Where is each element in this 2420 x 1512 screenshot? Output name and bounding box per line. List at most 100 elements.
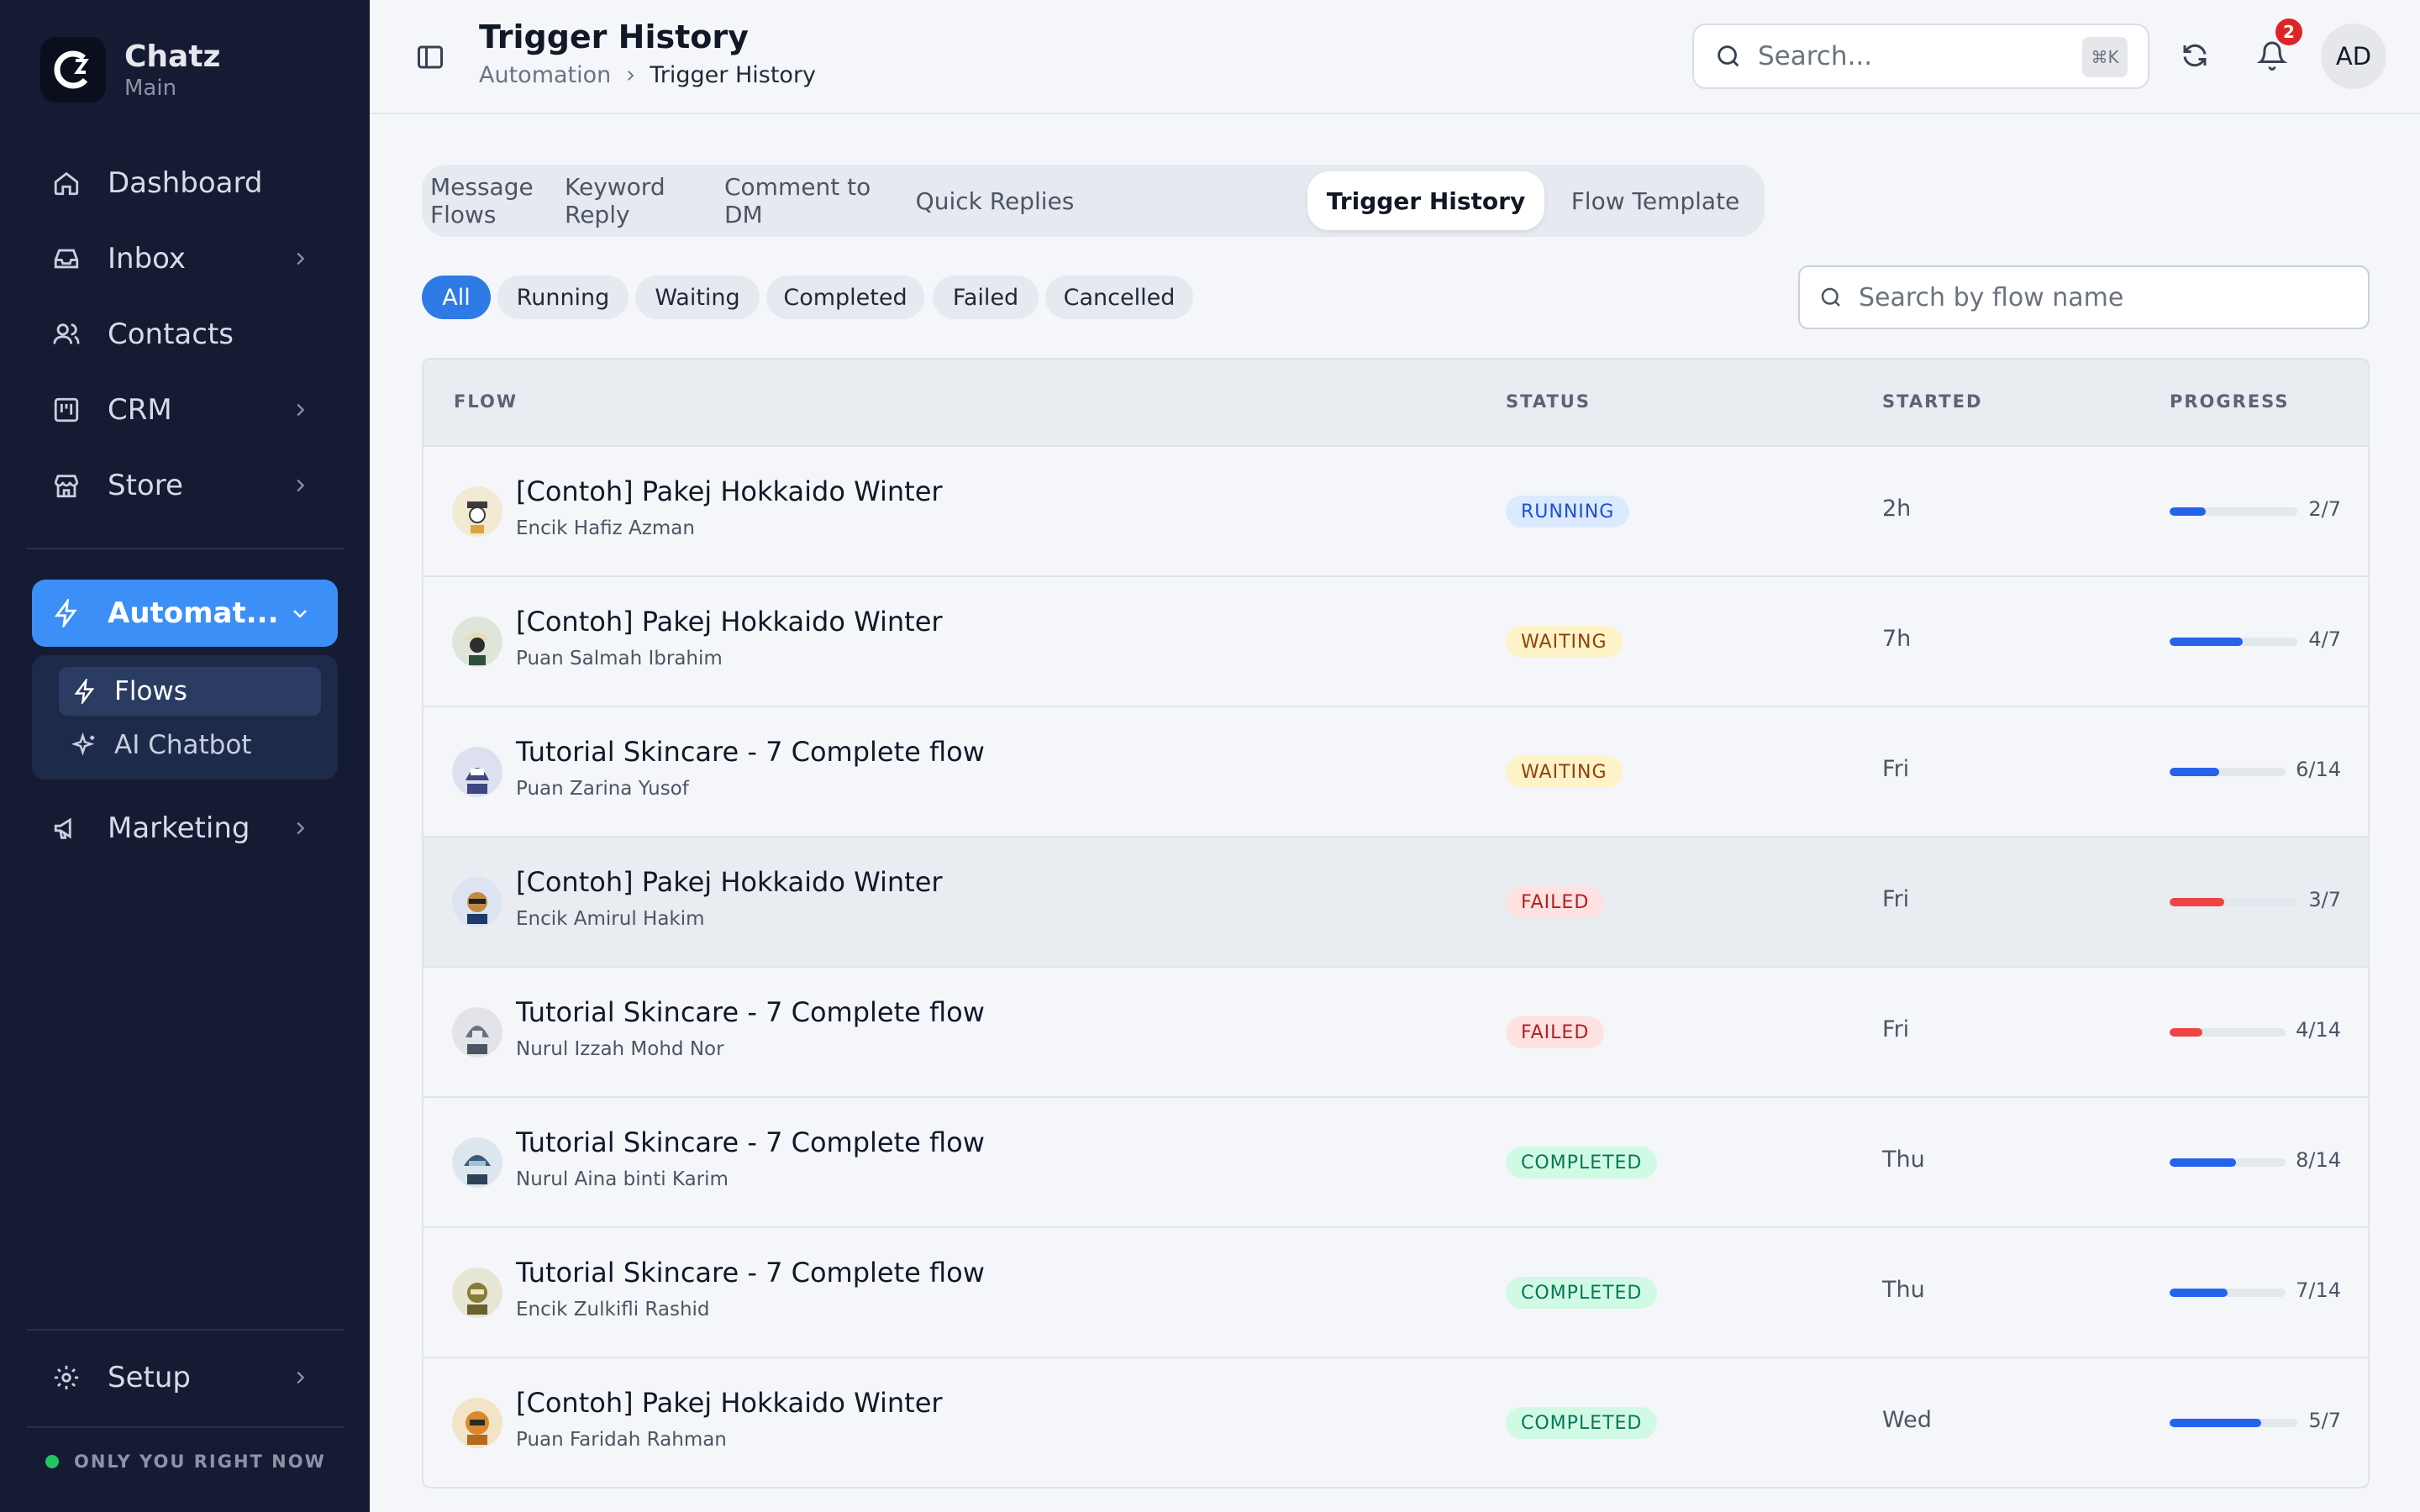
sidebar-item-marketing[interactable]: Marketing — [32, 795, 338, 862]
progress-text: 4/14 — [2296, 1018, 2341, 1042]
contact-name: Puan Salmah Ibrahim — [516, 648, 723, 669]
sidebar-item-label: Contacts — [108, 318, 234, 351]
filter-all[interactable]: All — [422, 276, 491, 319]
flow-name: Tutorial Skincare - 7 Complete flow — [516, 996, 985, 1028]
tab-comment-to-dm[interactable]: Comment to DM — [724, 171, 892, 230]
refresh-icon[interactable] — [2178, 39, 2212, 72]
tab-flow-template[interactable]: Flow Template — [1555, 171, 1756, 230]
status-badge: FAILED — [1506, 1016, 1605, 1048]
sidebar-subitem-flows[interactable]: Flows — [59, 667, 321, 716]
page-title: Trigger History — [479, 18, 749, 55]
progress-bar — [2170, 898, 2297, 906]
contact-avatar — [452, 1398, 502, 1448]
flow-search-placeholder: Search by flow name — [1859, 282, 2124, 312]
flow-name: [Contoh] Pakej Hokkaido Winter — [516, 866, 943, 898]
flow-search-input[interactable]: Search by flow name — [1798, 265, 2370, 329]
contact-avatar — [452, 617, 502, 667]
panel-toggle-icon[interactable] — [415, 42, 445, 72]
sidebar-subitem-ai-chatbot[interactable]: AI Chatbot — [59, 721, 321, 769]
users-icon — [52, 320, 81, 349]
user-avatar[interactable]: AD — [2321, 24, 2386, 89]
tab-keyword-reply[interactable]: Keyword Reply — [565, 171, 716, 230]
chevron-right-icon — [287, 816, 313, 841]
sparkles-icon — [72, 732, 97, 758]
sidebar-item-crm[interactable]: CRM — [32, 376, 338, 444]
progress-fill — [2170, 898, 2225, 906]
sidebar: Chatz Main Dashboard Inbox Contacts CRM … — [0, 0, 370, 1512]
progress-bar — [2170, 1419, 2297, 1427]
tab-message-flows[interactable]: Message Flows — [430, 171, 556, 230]
started-time: Fri — [1882, 756, 1910, 782]
chevron-right-icon — [287, 397, 313, 423]
contact-avatar — [452, 877, 502, 927]
chevron-right-icon — [287, 473, 313, 498]
filter-cancelled[interactable]: Cancelled — [1045, 276, 1193, 319]
table-row[interactable]: Tutorial Skincare - 7 Complete flow Puan… — [424, 707, 2368, 837]
progress-text: 7/14 — [2296, 1278, 2341, 1302]
table-row[interactable]: Tutorial Skincare - 7 Complete flow Nuru… — [424, 1098, 2368, 1228]
table-row[interactable]: [Contoh] Pakej Hokkaido Winter Puan Fari… — [424, 1358, 2368, 1487]
progress-bar — [2170, 1289, 2286, 1297]
gear-icon — [52, 1363, 81, 1392]
breadcrumb-item-automation[interactable]: Automation — [479, 62, 611, 88]
flow-name: [Contoh] Pakej Hokkaido Winter — [516, 1387, 943, 1419]
breadcrumb: Automation Trigger History — [479, 62, 816, 88]
filter-failed[interactable]: Failed — [933, 276, 1039, 319]
trigger-history-table: FLOW STATUS STARTED PROGRESS [Contoh] Pa… — [422, 358, 2370, 1488]
progress-bar — [2170, 638, 2297, 646]
column-header-progress: PROGRESS — [2170, 391, 2290, 412]
kanban-icon — [52, 396, 81, 424]
sidebar-item-contacts[interactable]: Contacts — [32, 301, 338, 368]
chevron-right-icon — [287, 246, 313, 271]
contact-avatar — [452, 747, 502, 797]
filter-completed[interactable]: Completed — [766, 276, 924, 319]
table-row[interactable]: Tutorial Skincare - 7 Complete flow Nuru… — [424, 968, 2368, 1098]
contact-name: Nurul Aina binti Karim — [516, 1168, 729, 1190]
brand[interactable]: Chatz Main — [40, 37, 221, 102]
automation-tabs: Message Flows Keyword Reply Comment to D… — [422, 165, 1765, 237]
progress-text: 8/14 — [2296, 1148, 2341, 1172]
sidebar-subitem-label: AI Chatbot — [114, 730, 252, 760]
table-row[interactable]: [Contoh] Pakej Hokkaido Winter Puan Salm… — [424, 577, 2368, 707]
megaphone-icon — [52, 814, 81, 843]
progress-text: 3/7 — [2308, 888, 2341, 911]
progress-fill — [2170, 638, 2243, 646]
table-row[interactable]: Tutorial Skincare - 7 Complete flow Enci… — [424, 1228, 2368, 1358]
tab-quick-replies[interactable]: Quick Replies — [902, 171, 1087, 230]
progress-bar — [2170, 768, 2286, 776]
filter-waiting[interactable]: Waiting — [635, 276, 760, 319]
sidebar-divider — [27, 1426, 345, 1428]
status-badge: RUNNING — [1506, 496, 1630, 528]
chevron-right-icon — [623, 68, 638, 83]
tab-trigger-history[interactable]: Trigger History — [1307, 171, 1544, 230]
sidebar-item-dashboard[interactable]: Dashboard — [32, 150, 338, 217]
contact-name: Puan Faridah Rahman — [516, 1429, 727, 1451]
flow-name: Tutorial Skincare - 7 Complete flow — [516, 1257, 985, 1289]
contact-avatar — [452, 1007, 502, 1058]
flow-name: [Contoh] Pakej Hokkaido Winter — [516, 475, 943, 507]
contact-avatar — [452, 1137, 502, 1188]
sidebar-item-label: Store — [108, 469, 183, 502]
table-row[interactable]: [Contoh] Pakej Hokkaido Winter Encik Ami… — [424, 837, 2368, 968]
sidebar-item-label: Dashboard — [108, 166, 263, 200]
online-dot-icon — [45, 1455, 59, 1468]
sidebar-item-label: Setup — [108, 1361, 191, 1394]
started-time: Wed — [1882, 1407, 1932, 1433]
search-placeholder: Search... — [1758, 41, 1873, 71]
flow-name: Tutorial Skincare - 7 Complete flow — [516, 1126, 985, 1158]
table-row[interactable]: [Contoh] Pakej Hokkaido Winter Encik Haf… — [424, 447, 2368, 577]
sidebar-item-setup[interactable]: Setup — [32, 1344, 338, 1411]
status-badge: COMPLETED — [1506, 1277, 1658, 1309]
sidebar-item-store[interactable]: Store — [32, 452, 338, 519]
started-time: Fri — [1882, 886, 1910, 912]
store-icon — [52, 471, 81, 500]
started-time: 7h — [1882, 626, 1912, 652]
filter-running[interactable]: Running — [497, 276, 629, 319]
table-header: FLOW STATUS STARTED PROGRESS — [424, 360, 2368, 447]
global-search-input[interactable]: Search... ⌘K — [1692, 24, 2149, 89]
progress-fill — [2170, 1158, 2236, 1167]
sidebar-item-automation[interactable]: Automat... — [32, 580, 338, 647]
sidebar-item-inbox[interactable]: Inbox — [32, 225, 338, 292]
chevron-down-icon — [287, 601, 313, 626]
contact-name: Encik Zulkifli Rashid — [516, 1299, 710, 1320]
